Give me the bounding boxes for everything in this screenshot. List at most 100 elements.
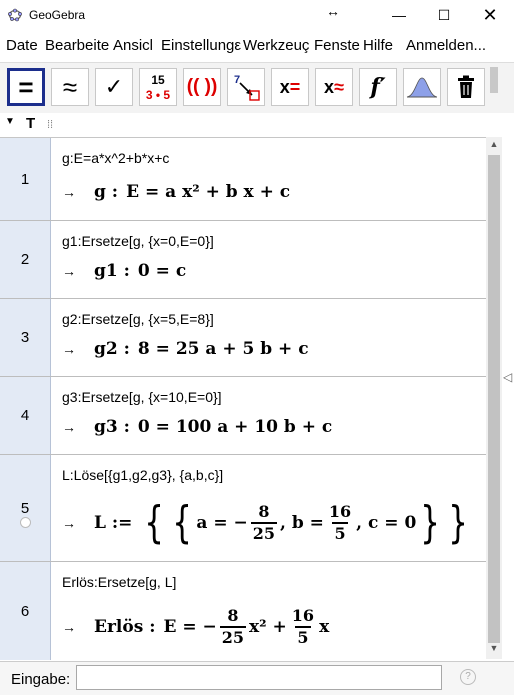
- menu-tools[interactable]: Werkzeuç: [243, 37, 309, 54]
- cas-cell[interactable]: g3:Ersetze[g, {x=10,E=0}] → g3 : 0 = 100…: [51, 377, 486, 454]
- cas-row-2[interactable]: 2 g1:Ersetze[g, {x=0,E=0}] → g1 : 0 = c: [0, 221, 486, 299]
- factor-numbers-tool-button[interactable]: 15 3 • 5: [139, 68, 177, 106]
- cas-scrollbar[interactable]: ▲ ▼: [486, 137, 502, 659]
- row-number[interactable]: 2: [0, 221, 51, 298]
- fraction-numerator: 8: [258, 502, 270, 521]
- delete-tool-button[interactable]: [447, 68, 485, 106]
- fraction-b: 16 5: [327, 502, 353, 544]
- fraction-numerator: 16: [328, 502, 352, 521]
- fraction-denominator: 25: [219, 626, 247, 647]
- solution-c: , c = 0: [356, 513, 417, 533]
- help-icon[interactable]: ?: [460, 669, 476, 685]
- cas-row-1[interactable]: 1 g:E=a*x^2+b*x+c → g : E = a x² + b x +…: [0, 138, 486, 221]
- output-expression: 8 = 25 a + 5 b + c: [137, 339, 309, 359]
- solve-numerically-tool-button[interactable]: x≈: [315, 68, 353, 106]
- cas-row-4[interactable]: 4 g3:Ersetze[g, {x=10,E=0}] → g3 : 0 = 1…: [0, 377, 486, 455]
- collapse-arrow-icon[interactable]: ▼: [5, 116, 15, 127]
- minimize-button[interactable]: —: [376, 0, 422, 31]
- menu-file[interactable]: Date: [6, 37, 38, 54]
- maximize-button[interactable]: ☐: [421, 0, 467, 31]
- svg-text:3 • 5: 3 • 5: [146, 88, 171, 102]
- text-style-button[interactable]: T: [26, 115, 35, 132]
- output-label: L :=: [94, 513, 133, 533]
- output-label: g :: [94, 182, 119, 202]
- result-arrow: →: [62, 341, 76, 357]
- grip-icon[interactable]: ⁞⁞: [47, 119, 53, 131]
- revenue-lhs: E = −: [163, 617, 217, 637]
- result-arrow: →: [62, 263, 76, 279]
- expand-side-panel-icon[interactable]: ◁: [503, 370, 512, 384]
- term-2-variable: x: [319, 617, 330, 637]
- cas-input[interactable]: Erlös:Ersetze[g, L]: [62, 574, 176, 590]
- output-label: g1 :: [94, 261, 130, 281]
- derivative-tool-button[interactable]: f′: [359, 68, 397, 106]
- resize-arrows-icon[interactable]: ↔: [326, 3, 340, 19]
- cas-input[interactable]: L:Löse[{g1,g2,g3}, {a,b,c}]: [62, 467, 223, 483]
- cas-output: → g3 : 0 = 100 a + 10 b + c: [62, 417, 332, 437]
- expand-tool-button[interactable]: (( )): [183, 68, 221, 106]
- keep-input-tool-button[interactable]: ✓: [95, 68, 133, 106]
- menu-login[interactable]: Anmelden...: [406, 37, 486, 54]
- row-number[interactable]: 6: [0, 562, 51, 660]
- solve-tool-button[interactable]: x=: [271, 68, 309, 106]
- equals-icon: =: [18, 72, 34, 102]
- row-number[interactable]: 1: [0, 138, 51, 220]
- menu-help[interactable]: Hilfe: [363, 37, 393, 54]
- fraction-numerator: 8: [227, 606, 239, 625]
- solve-numerically-icon: x≈: [324, 76, 344, 97]
- input-field[interactable]: [76, 665, 442, 690]
- fraction-term-2: 16 5: [290, 606, 316, 648]
- solve-icon: x=: [279, 76, 301, 97]
- scroll-down-icon[interactable]: ▼: [486, 643, 502, 657]
- fraction-denominator: 5: [295, 626, 311, 647]
- cas-input[interactable]: g1:Ersetze[g, {x=0,E=0}]: [62, 233, 214, 249]
- menu-settings[interactable]: Einstellungε: [161, 37, 241, 54]
- close-button[interactable]: ✕: [467, 0, 513, 31]
- row-number[interactable]: 4: [0, 377, 51, 454]
- cas-row-6[interactable]: 6 Erlös:Ersetze[g, L] → Erlös : E = − 8 …: [0, 562, 486, 660]
- menu-bar: Date Bearbeite Ansicl Einstellungε Werkz…: [0, 33, 514, 59]
- scrollbar-thumb[interactable]: [488, 155, 500, 643]
- evaluate-tool-button[interactable]: =: [7, 68, 45, 106]
- visibility-toggle[interactable]: [20, 517, 31, 528]
- numeric-tool-button[interactable]: ≈: [51, 68, 89, 106]
- derivative-icon: f′: [370, 74, 386, 100]
- svg-text:15: 15: [151, 73, 165, 87]
- cas-output: → g : E = a x² + b x + c: [62, 182, 290, 202]
- row-number[interactable]: 5: [0, 455, 51, 561]
- cas-input[interactable]: g2:Ersetze[g, {x=5,E=8}]: [62, 311, 214, 327]
- cas-cell[interactable]: g1:Ersetze[g, {x=0,E=0}] → g1 : 0 = c: [51, 221, 486, 298]
- cas-output: → Erlös : E = − 8 25 x² + 16 5 x: [62, 602, 329, 652]
- bell-curve-icon: [406, 77, 438, 98]
- toolbar: = ≈ ✓ 15 3 • 5 (( )) 7 x= x≈ f′: [0, 62, 514, 114]
- fraction-term-1: 8 25: [219, 606, 247, 648]
- cas-input[interactable]: g:E=a*x^2+b*x+c: [62, 150, 169, 166]
- fraction-a: 8 25: [250, 502, 278, 544]
- menu-window[interactable]: Fenste: [314, 37, 360, 54]
- cas-cell[interactable]: Erlös:Ersetze[g, L] → Erlös : E = − 8 25…: [51, 562, 486, 660]
- cas-cell[interactable]: g2:Ersetze[g, {x=5,E=8}] → g2 : 8 = 25 a…: [51, 299, 486, 376]
- cas-input[interactable]: g3:Ersetze[g, {x=10,E=0}]: [62, 389, 222, 405]
- result-arrow: →: [62, 184, 76, 200]
- row-number[interactable]: 3: [0, 299, 51, 376]
- output-expression: 0 = c: [137, 261, 187, 281]
- solution-b-lhs: , b =: [280, 513, 324, 533]
- cas-cell[interactable]: L:Löse[{g1,g2,g3}, {a,b,c}] → L := {{ a …: [51, 455, 486, 561]
- substitute-tool-button[interactable]: 7: [227, 68, 265, 106]
- output-expression: E = a x² + b x + c: [126, 182, 291, 202]
- menu-edit[interactable]: Bearbeite: [45, 37, 109, 54]
- probability-calculator-button[interactable]: [403, 68, 441, 106]
- cas-output: → g1 : 0 = c: [62, 261, 186, 281]
- cas-row-3[interactable]: 3 g2:Ersetze[g, {x=5,E=8}] → g2 : 8 = 25…: [0, 299, 486, 377]
- geogebra-logo-icon: [8, 8, 22, 22]
- parentheses-icon: (( )): [186, 76, 218, 97]
- output-label: g3 :: [94, 417, 130, 437]
- toolbar-scrollbar[interactable]: [490, 67, 498, 93]
- style-bar: ▼ T ⁞⁞: [0, 113, 514, 135]
- output-label: g2 :: [94, 339, 130, 359]
- solution-a-lhs: a = −: [196, 513, 248, 533]
- menu-view[interactable]: Ansicl: [113, 37, 153, 54]
- scroll-up-icon[interactable]: ▲: [486, 139, 502, 153]
- cas-cell[interactable]: g:E=a*x^2+b*x+c → g : E = a x² + b x + c: [51, 138, 486, 220]
- cas-row-5[interactable]: 5 L:Löse[{g1,g2,g3}, {a,b,c}] → L := {{ …: [0, 455, 486, 562]
